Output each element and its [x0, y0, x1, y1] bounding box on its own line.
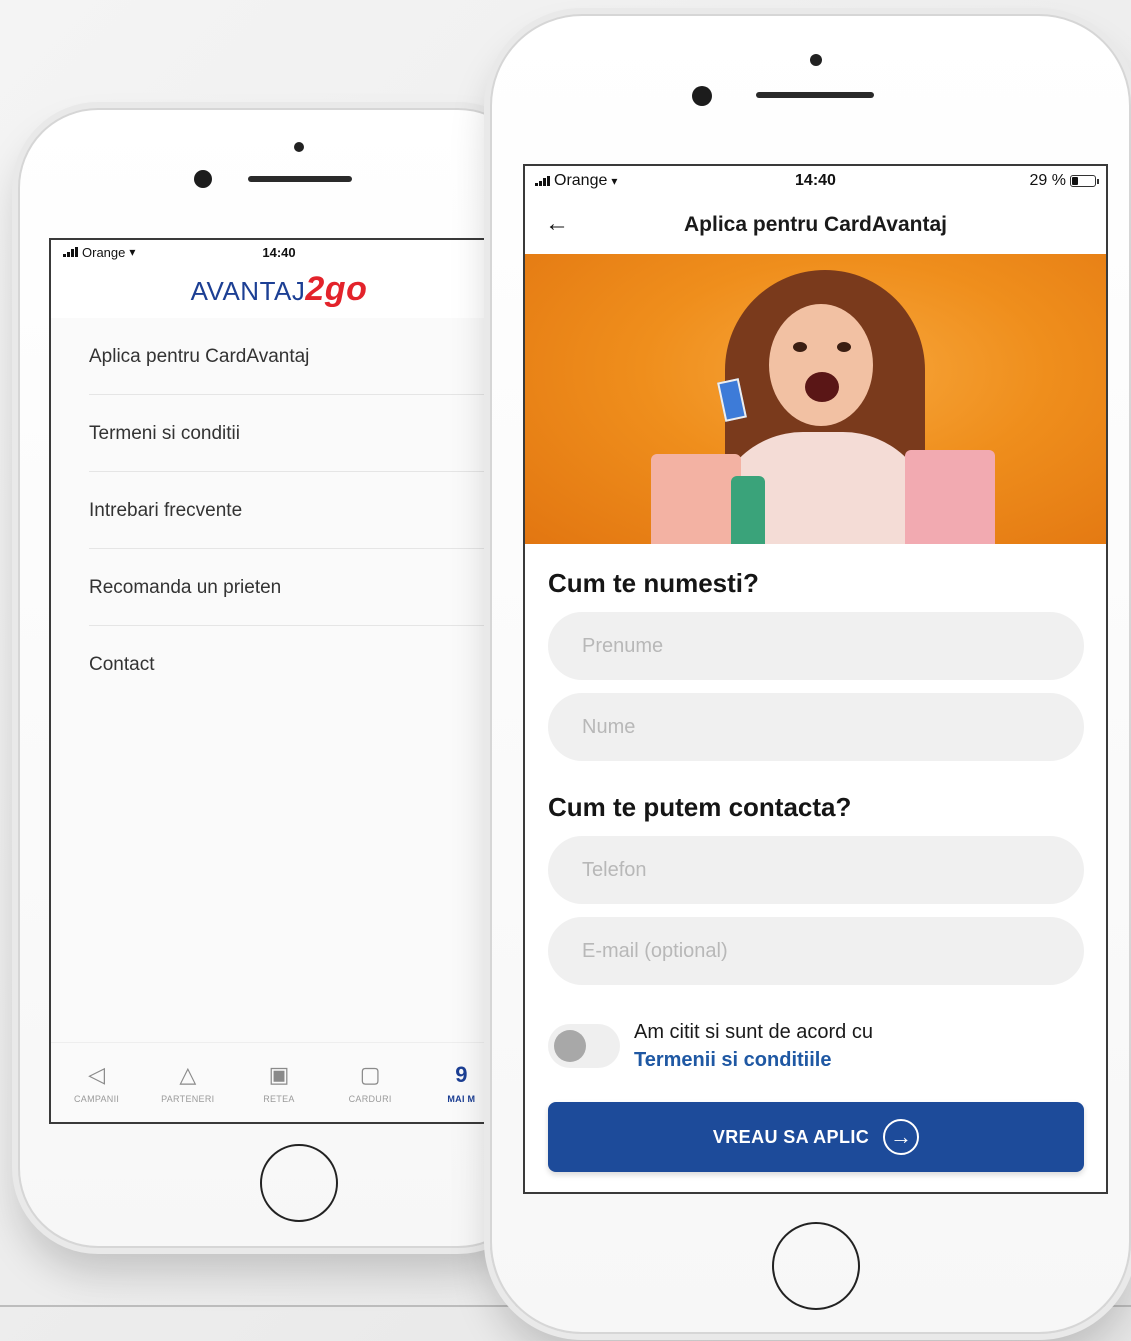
more-menu: Aplica pentru CardAvantaj Termeni si con…: [51, 318, 507, 1046]
hero-image: [525, 254, 1106, 544]
hero-mouth: [805, 372, 839, 402]
brand-logo: AVANTAJ2go: [190, 270, 368, 308]
phone-input[interactable]: [548, 836, 1084, 904]
tab-campanii[interactable]: ◁ CAMPANII: [52, 1062, 142, 1104]
hero-shopping-bag: [731, 476, 765, 544]
home-button[interactable]: [772, 1222, 860, 1310]
terms-link[interactable]: Termenii si conditiile: [634, 1046, 873, 1074]
battery-fill: [1072, 177, 1078, 185]
bottom-tab-bar: ◁ CAMPANII △ PARTENERI ▣ RETEA ▢ CARDURI…: [51, 1042, 507, 1122]
battery-icon: [1070, 175, 1099, 187]
front-phone-screen: Orange ▾ 14:40 29 % ← Aplica pentru Card…: [523, 164, 1108, 1194]
first-name-input[interactable]: [548, 612, 1084, 680]
back-phone: Orange ▾ 14:40 29 AVANTAJ2go Aplica pent…: [18, 108, 538, 1248]
front-camera: [692, 86, 712, 106]
hero-shopping-bag: [905, 450, 995, 544]
apply-button[interactable]: VREAU SA APLIC →: [548, 1102, 1084, 1172]
proximity-sensor: [810, 54, 822, 66]
more-icon: 9: [455, 1061, 468, 1087]
consent-text: Am citit si sunt de acord cu Termenii si…: [634, 1018, 873, 1074]
email-input[interactable]: [548, 917, 1084, 985]
home-button[interactable]: [260, 1144, 338, 1222]
proximity-sensor: [294, 142, 304, 152]
menu-item-contact[interactable]: Contact: [51, 626, 507, 703]
last-name-input[interactable]: [548, 693, 1084, 761]
arrow-right-circle-icon: →: [883, 1119, 920, 1155]
toggle-knob: [554, 1030, 586, 1062]
section-title-contact: Cum te putem contacta?: [548, 792, 852, 822]
section-title-name: Cum te numesti?: [548, 568, 759, 598]
page-title: Aplica pentru CardAvantaj: [684, 213, 947, 236]
hero-shopping-bag: [651, 454, 741, 544]
megaphone-icon: ◁: [88, 1061, 106, 1087]
status-bar: Orange ▾ 14:40 29: [51, 240, 507, 264]
tab-retea[interactable]: ▣ RETEA: [234, 1062, 324, 1104]
terms-consent: Am citit si sunt de acord cu Termenii si…: [548, 1018, 873, 1074]
menu-item-apply[interactable]: Aplica pentru CardAvantaj: [51, 318, 507, 395]
earpiece-speaker: [248, 176, 352, 182]
screen-header: ← Aplica pentru CardAvantaj: [525, 196, 1106, 254]
battery-indicator: 29 %: [1030, 172, 1099, 190]
hero-eye: [793, 342, 807, 352]
tab-parteneri[interactable]: △ PARTENERI: [143, 1062, 233, 1104]
status-time: 14:40: [795, 172, 836, 189]
hero-face: [769, 304, 873, 426]
hero-eye: [837, 342, 851, 352]
menu-item-terms[interactable]: Termeni si conditii: [51, 395, 507, 472]
earpiece-speaker: [756, 92, 874, 98]
bag-icon: △: [179, 1061, 197, 1087]
back-arrow-icon[interactable]: ←: [545, 210, 569, 238]
status-bar: Orange ▾ 14:40 29 %: [525, 166, 1106, 196]
status-time: 14:40: [262, 244, 296, 260]
front-camera: [194, 170, 212, 188]
menu-item-faq[interactable]: Intrebari frecvente: [51, 472, 507, 549]
tab-carduri[interactable]: ▢ CARDURI: [325, 1062, 415, 1104]
cards-icon: ▢: [359, 1061, 381, 1087]
store-icon: ▣: [268, 1061, 290, 1087]
terms-toggle[interactable]: [548, 1024, 620, 1068]
front-phone: Orange ▾ 14:40 29 % ← Aplica pentru Card…: [490, 14, 1131, 1334]
menu-item-refer-friend[interactable]: Recomanda un prieten: [51, 549, 507, 626]
back-phone-screen: Orange ▾ 14:40 29 AVANTAJ2go Aplica pent…: [49, 238, 509, 1124]
